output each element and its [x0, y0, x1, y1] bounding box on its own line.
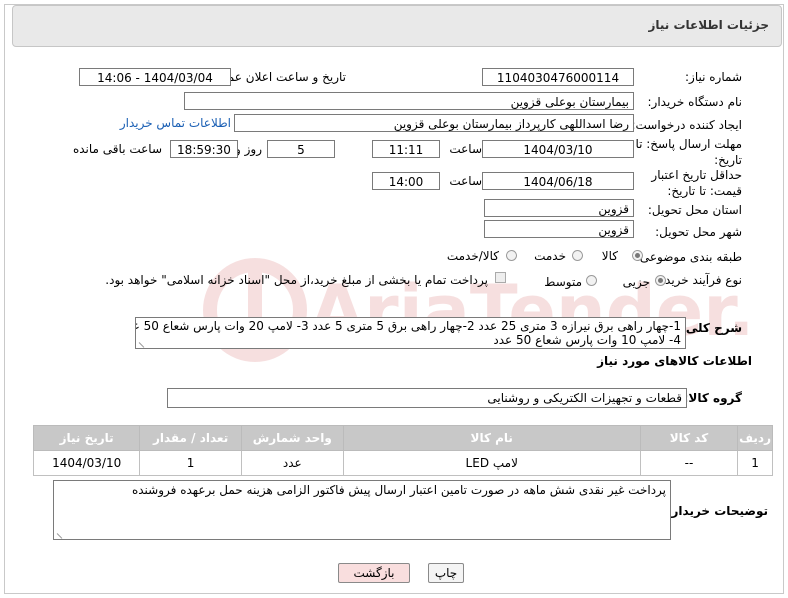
reply-date-field: 1404/03/10: [482, 140, 634, 158]
reply-time-field: 11:11: [372, 140, 440, 158]
goods-group-label: گروه کالا:: [683, 391, 742, 405]
treasury-checkbox[interactable]: [495, 272, 506, 283]
page-title: جزئیات اطلاعات نیاز: [648, 18, 769, 32]
announce-datetime-field: 1404/03/04 - 14:06: [79, 68, 231, 86]
buyer-contact-link[interactable]: اطلاعات تماس خریدار: [120, 116, 231, 130]
description-line-2: 4- لامپ 10 وات پارس شعاع 50 عدد: [493, 333, 681, 347]
days-field: 5: [267, 140, 335, 158]
description-box: 1-چهار راهی برق نیرازه 3 متری 25 عدد 2-چ…: [135, 317, 686, 349]
remaining-time-field: 18:59:30: [170, 140, 238, 158]
radio-medium[interactable]: [586, 275, 597, 286]
cell-unit: عدد: [240, 450, 344, 476]
back-button[interactable]: بازگشت: [338, 563, 410, 583]
process-type-label: نوع فرآیند خرید :: [657, 273, 742, 287]
buyer-notes-label: توضیحات خریدار:: [666, 504, 768, 518]
reply-deadline-label: مهلت ارسال پاسخ: تا تاریخ:: [635, 137, 742, 167]
radio-goods-service[interactable]: [506, 250, 517, 261]
validity-date-field: 1404/06/18: [482, 172, 634, 190]
col-date: تاریخ نیاز: [32, 425, 141, 451]
table-row: 1 -- لامپ LED عدد 1 1404/03/10: [32, 450, 773, 476]
need-number-field: 1104030476000114: [482, 68, 634, 86]
buyer-org-label: نام دستگاه خریدار:: [647, 95, 743, 109]
page-header: جزئیات اطلاعات نیاز: [12, 5, 782, 47]
col-row: ردیف: [737, 425, 773, 451]
validity-time-label: ساعت: [449, 174, 482, 188]
radio-partial[interactable]: [655, 275, 666, 286]
table-header-row: ردیف کد کالا نام کالا واحد شمارش تعداد /…: [32, 425, 773, 451]
remaining-label: ساعت باقی مانده: [72, 142, 162, 156]
cell-date: 1404/03/10: [32, 450, 141, 476]
cat-goods-service-label: کالا/خدمت: [446, 249, 499, 263]
province-field: قزوین: [484, 199, 634, 217]
col-unit: واحد شمارش: [240, 425, 344, 451]
cell-qty: 1: [139, 450, 242, 476]
cat-service-label: خدمت: [534, 249, 566, 263]
cat-goods-label: کالا: [601, 249, 618, 263]
cell-name: لامپ LED: [342, 450, 641, 476]
delivery-city-label: شهر محل تحویل:: [655, 225, 742, 239]
radio-goods[interactable]: [632, 250, 643, 261]
buyer-notes-box: پرداخت غیر نقدی شش ماهه در صورت تامین اع…: [53, 480, 671, 540]
payment-note: پرداخت تمام یا بخشی از مبلغ خرید،از محل …: [105, 273, 488, 287]
need-number-label: شماره نیاز:: [685, 70, 742, 84]
validity-time-field: 14:00: [372, 172, 440, 190]
goods-info-heading: اطلاعات کالاهای مورد نیاز: [597, 354, 752, 368]
description-line-1: 1-چهار راهی برق نیرازه 3 متری 25 عدد 2-چ…: [136, 319, 681, 333]
proc-medium-label: متوسط: [544, 275, 582, 289]
reply-time-label: ساعت: [449, 142, 482, 156]
category-label: طبقه بندی موضوعی:: [635, 250, 742, 264]
col-code: کد کالا: [639, 425, 739, 451]
radio-service[interactable]: [572, 250, 583, 261]
delivery-province-label: استان محل تحویل:: [647, 203, 742, 217]
col-name: نام کالا: [342, 425, 641, 451]
price-validity-label: حداقل تاریخ اعتبار قیمت: تا تاریخ:: [651, 168, 742, 198]
requester-label: ایجاد کننده درخواست:: [631, 118, 742, 132]
buyer-org-field: بیمارستان بوعلی قزوین: [184, 92, 634, 110]
day-and-label: روز و: [235, 142, 262, 156]
goods-group-field: قطعات و تجهیزات الکتریکی و روشنایی: [167, 388, 687, 408]
city-field: قزوین: [484, 220, 634, 238]
col-qty: تعداد / مقدار: [139, 425, 242, 451]
goods-table: ردیف کد کالا نام کالا واحد شمارش تعداد /…: [32, 425, 773, 476]
print-button[interactable]: چاپ: [428, 563, 464, 583]
proc-partial-label: جزیی: [622, 275, 650, 289]
cell-row: 1: [737, 450, 773, 476]
cell-code: --: [639, 450, 739, 476]
requester-field: رضا اسداللهی کارپرداز بیمارستان بوعلی قز…: [234, 114, 634, 132]
